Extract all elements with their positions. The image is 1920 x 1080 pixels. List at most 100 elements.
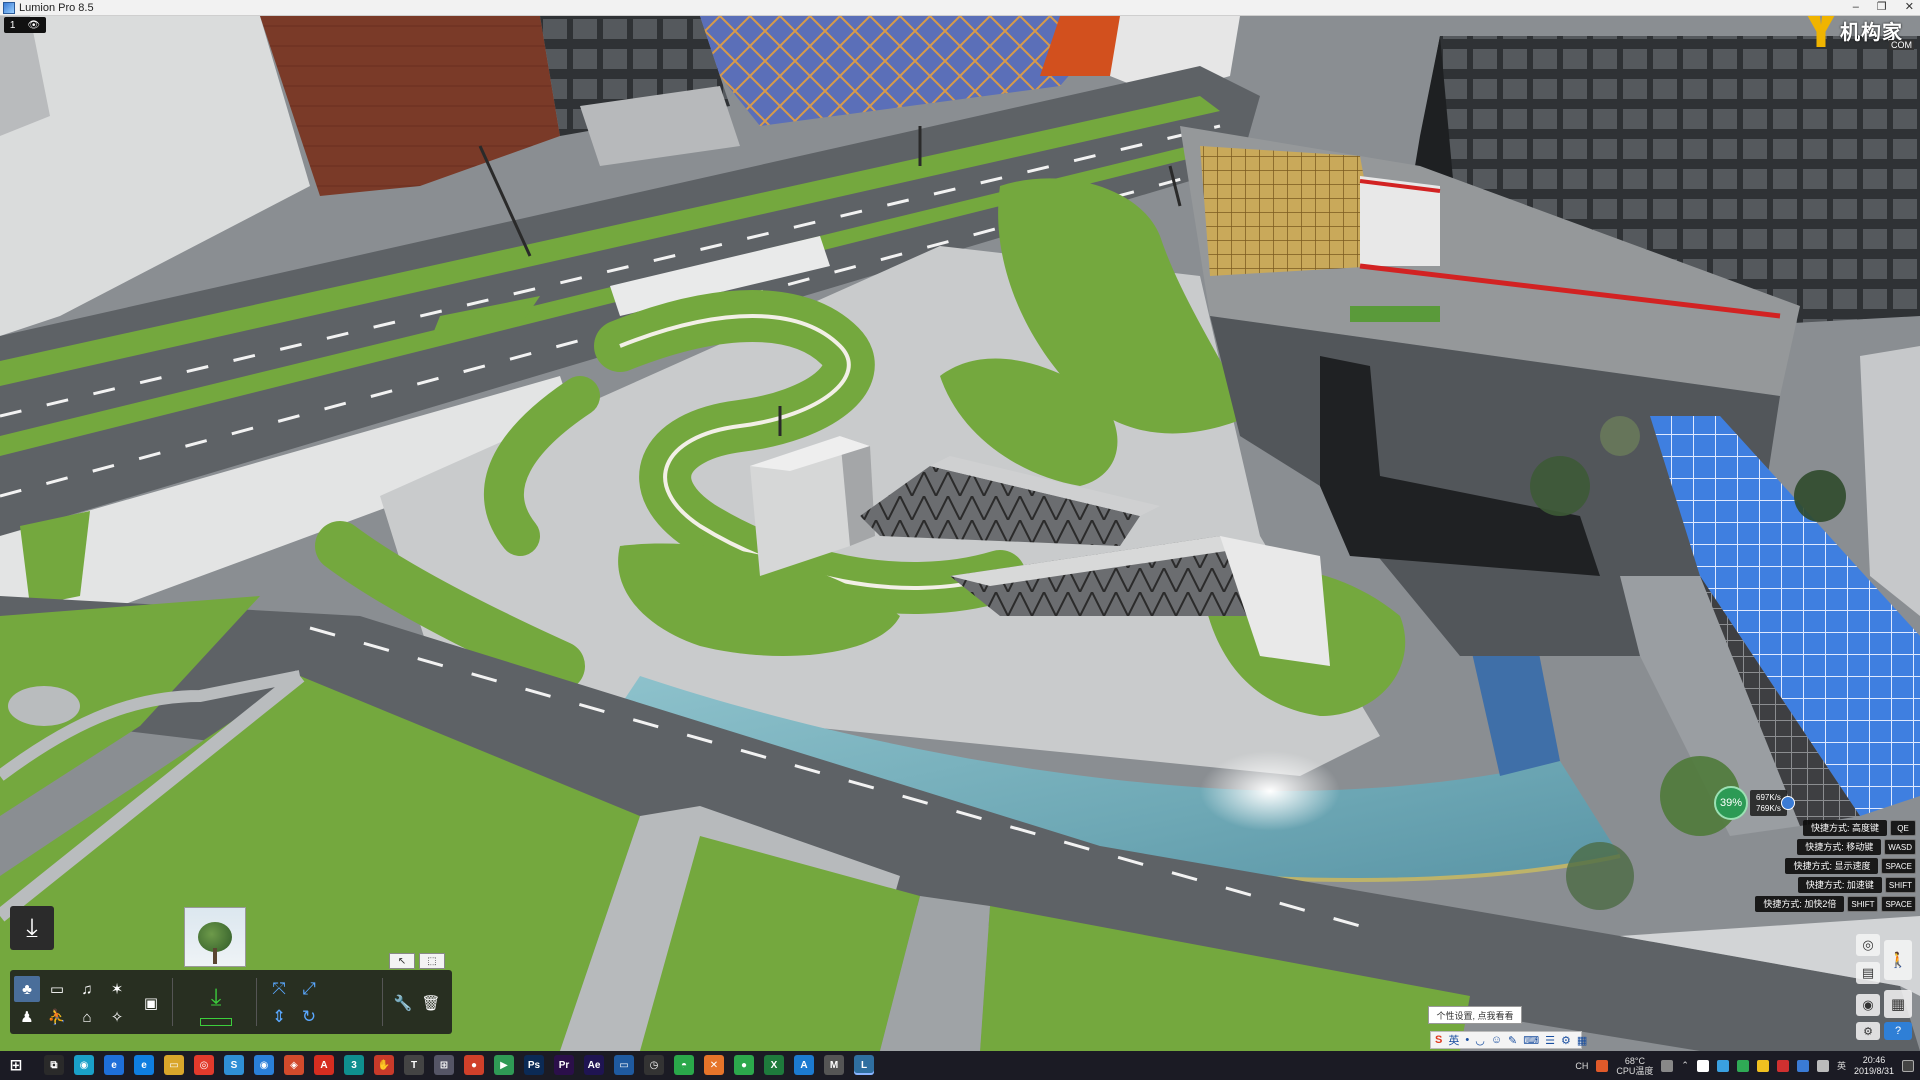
walk-mode-icon[interactable]: 🚶 <box>1884 940 1912 980</box>
taskbar-app-icon[interactable]: ✋ <box>374 1055 394 1075</box>
taskbar-app-icon[interactable]: A <box>314 1055 334 1075</box>
taskbar-app-icon[interactable]: A <box>794 1055 814 1075</box>
tray-user-icon[interactable] <box>1661 1059 1674 1072</box>
sogou-logo-icon[interactable]: S <box>1435 1034 1442 1046</box>
shortcut-key: SPACE <box>1881 858 1916 874</box>
download-rate: 769K/s <box>1756 804 1781 813</box>
ime-toolbar[interactable]: S 英 • ◡ ☺ ✎ ⌨ ☰ ⚙ ▦ <box>1430 1031 1587 1049</box>
taskbar-app-icon[interactable]: ◷ <box>644 1055 664 1075</box>
ime-menu-icon[interactable]: ☰ <box>1545 1034 1555 1047</box>
view-mode-toggle[interactable]: 1 👁 <box>4 17 46 33</box>
ime-keyboard-icon[interactable]: ⌨ <box>1523 1034 1539 1047</box>
ime-skin-icon[interactable]: ▦ <box>1577 1034 1587 1047</box>
indoor-category-icon[interactable]: ⛹ <box>44 1004 70 1030</box>
ime-voice-icon[interactable]: ◡ <box>1475 1034 1485 1047</box>
people-category-icon[interactable]: ♟ <box>14 1004 40 1030</box>
shortcut-label: 快捷方式: 高度键 <box>1802 820 1887 836</box>
outdoor-category-icon[interactable]: ⌂ <box>74 1004 100 1030</box>
taskbar-app-icon[interactable]: ▶ <box>494 1055 514 1075</box>
place-object-button-icon[interactable]: ⤓ <box>200 982 232 1014</box>
taskbar-app-icon[interactable]: T <box>404 1055 424 1075</box>
gauge-boost-icon[interactable] <box>1780 796 1795 810</box>
settings-icon[interactable]: ⚙ <box>1856 1022 1880 1040</box>
effects-category-icon[interactable]: ✶ <box>104 976 130 1002</box>
ime-punct-icon[interactable]: • <box>1465 1034 1469 1046</box>
network-speed-gauge[interactable]: 39% 697K/s 769K/s <box>1714 786 1824 820</box>
rotate-object-icon[interactable]: ↻ <box>296 1004 322 1030</box>
taskbar-app-icon[interactable]: ⧉ <box>44 1055 64 1075</box>
close-button[interactable]: ✕ <box>1905 0 1914 15</box>
start-button-icon[interactable]: ⊞ <box>6 1055 26 1075</box>
upload-rate: 697K/s <box>1756 793 1781 802</box>
help-icon[interactable]: ? <box>1884 1022 1912 1040</box>
save-scene-icon[interactable]: ▦ <box>1884 990 1912 1018</box>
tray-app-icon[interactable] <box>1756 1059 1769 1072</box>
tray-ch-label[interactable]: CH <box>1575 1061 1588 1071</box>
taskbar-app-icon[interactable]: X <box>764 1055 784 1075</box>
minimize-button[interactable]: – <box>1853 0 1859 15</box>
taskbar-app-icon[interactable]: S <box>224 1055 244 1075</box>
taskbar-app-icon[interactable]: Ae <box>584 1055 604 1075</box>
lights-category-icon[interactable]: ✧ <box>104 1004 130 1030</box>
tray-antivirus-icon[interactable] <box>1596 1059 1609 1072</box>
scale-object-icon[interactable]: ⤢ <box>296 976 322 1002</box>
trash-icon[interactable]: 🗑 <box>418 990 444 1016</box>
ime-handwrite-icon[interactable]: ✎ <box>1508 1034 1517 1047</box>
vehicles-category-icon[interactable]: ▭ <box>44 976 70 1002</box>
ime-settings-icon[interactable]: ⚙ <box>1561 1034 1571 1047</box>
tray-bluetooth-icon[interactable] <box>1796 1059 1809 1072</box>
taskbar-app-icon[interactable]: ◉ <box>74 1055 94 1075</box>
place-object-mode-button[interactable]: ⤓ <box>10 906 54 950</box>
taskbar-app-icon[interactable]: ● <box>734 1055 754 1075</box>
selected-model-thumbnail[interactable] <box>184 907 246 967</box>
window-controls: – ❐ ✕ <box>1853 0 1914 15</box>
taskbar-app-icon[interactable]: ▭ <box>614 1055 634 1075</box>
shortcut-label: 快捷方式: 显示速度 <box>1785 858 1879 874</box>
wrench-icon[interactable]: 🔧 <box>390 990 416 1016</box>
taskbar-clock[interactable]: 20:46 2019/8/31 <box>1854 1055 1894 1077</box>
tray-wechat-icon[interactable] <box>1736 1059 1749 1072</box>
tray-network-icon[interactable] <box>1716 1059 1729 1072</box>
box-select-icon[interactable]: ⬚ <box>419 953 445 969</box>
taskbar-app-icon[interactable]: e <box>134 1055 154 1075</box>
taskbar-app-icon[interactable]: ◈ <box>284 1055 304 1075</box>
taskbar-app-icon[interactable]: M <box>824 1055 844 1075</box>
taskbar-app-icon[interactable]: L <box>854 1055 874 1075</box>
ime-emoji-icon[interactable]: ☺ <box>1491 1034 1502 1046</box>
tray-volume-icon[interactable] <box>1816 1059 1829 1072</box>
height-adjust-icon[interactable]: ⇕ <box>266 1004 292 1030</box>
water-glare <box>1200 751 1340 831</box>
tray-cloud-icon[interactable] <box>1696 1059 1709 1072</box>
taskbar-app-icon[interactable]: Ps <box>524 1055 544 1075</box>
move-object-icon[interactable]: ⤧ <box>266 976 292 1002</box>
tray-security-icon[interactable] <box>1776 1059 1789 1072</box>
import-model-icon[interactable]: ▣ <box>138 990 164 1016</box>
taskbar-app-icon[interactable]: ⊞ <box>434 1055 454 1075</box>
eye-icon[interactable]: 👁 <box>27 20 40 31</box>
sound-category-icon[interactable]: ♫ <box>74 976 100 1002</box>
view-index-label: 1 <box>9 19 16 31</box>
ime-mode-label[interactable]: 英 <box>1448 1032 1459 1048</box>
3d-viewport[interactable] <box>0 16 1920 1051</box>
notification-icon[interactable] <box>1902 1059 1914 1072</box>
movie-mode-icon[interactable]: ▤ <box>1856 962 1880 984</box>
taskbar-app-icon[interactable]: ◎ <box>194 1055 214 1075</box>
taskbar-app-icon[interactable]: ◉ <box>254 1055 274 1075</box>
pointer-select-icon[interactable]: ↖ <box>389 953 415 969</box>
camera-icon[interactable]: ◎ <box>1856 934 1880 956</box>
taskbar-app-icon[interactable]: 3 <box>344 1055 364 1075</box>
tray-lang-label[interactable]: 英 <box>1837 1059 1846 1072</box>
globe-icon[interactable]: ◉ <box>1856 994 1880 1016</box>
settings-tooltip: 个性设置, 点我看看 <box>1428 1006 1522 1024</box>
taskbar-app-icon[interactable]: ◓ <box>674 1055 694 1075</box>
taskbar-app-icon[interactable]: ✕ <box>704 1055 724 1075</box>
taskbar-app-icon[interactable]: ● <box>464 1055 484 1075</box>
taskbar-app-icon[interactable]: Pr <box>554 1055 574 1075</box>
restore-button[interactable]: ❐ <box>1877 0 1887 15</box>
tray-chevron-up-icon[interactable]: ⌃ <box>1681 1060 1689 1071</box>
tree-thumbnail-icon <box>198 922 232 964</box>
nature-category-icon[interactable]: ♣ <box>14 976 40 1002</box>
taskbar-app-icon[interactable]: e <box>104 1055 124 1075</box>
cpu-temperature[interactable]: 68°C CPU温度 <box>1616 1056 1653 1076</box>
taskbar-app-icon[interactable]: ▭ <box>164 1055 184 1075</box>
